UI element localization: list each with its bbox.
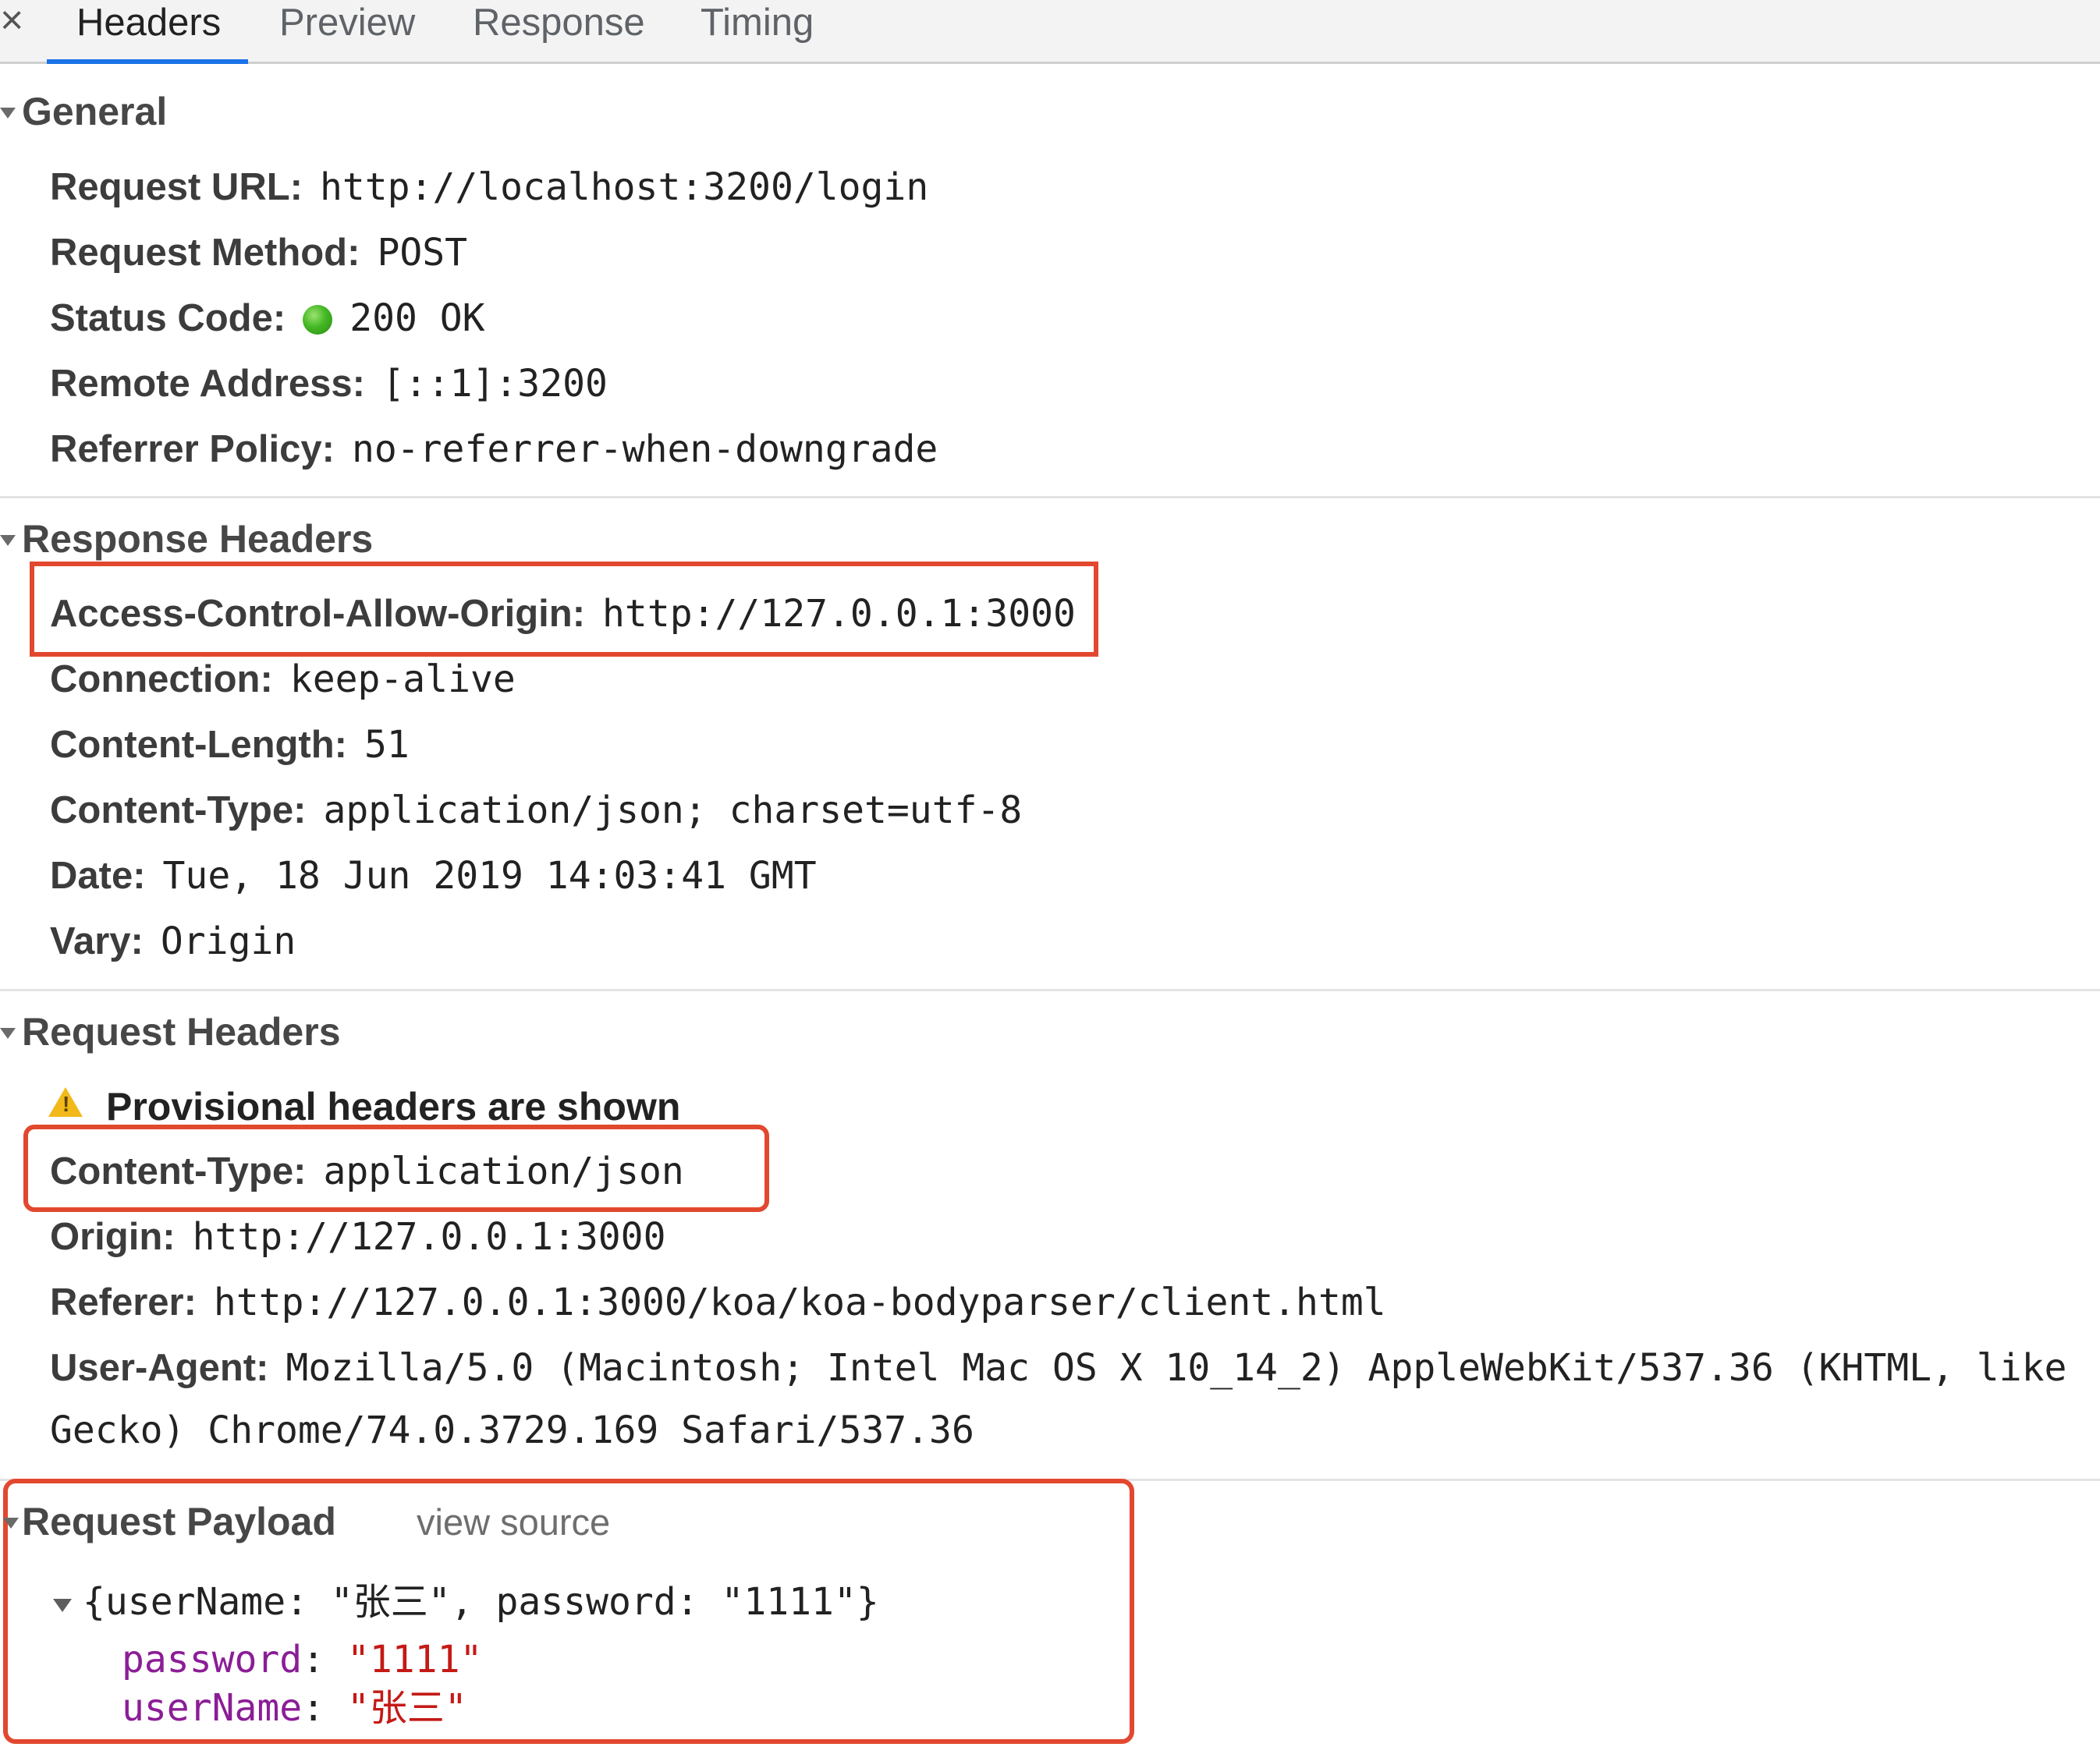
header-value: [::1]:3200 (381, 362, 608, 406)
payload-property: password: "1111" (122, 1636, 482, 1683)
warning-exclamation: ! (62, 1092, 70, 1116)
header-row: User-Agent: Mozilla/5.0 (Macintosh; Intel… (50, 1345, 2066, 1401)
section-divider (0, 496, 2100, 498)
tab-timing[interactable]: Timing (701, 0, 814, 62)
header-row: Content-Type: application/json; charset=u… (50, 787, 1022, 843)
header-value: POST (377, 231, 468, 275)
tab-preview[interactable]: Preview (279, 0, 415, 62)
header-value: Gecko) Chrome/74.0.3729.169 Safari/537.3… (50, 1409, 974, 1452)
header-row: Connection: keep-alive (50, 656, 516, 712)
header-row: Request URL: http://localhost:3200/login (50, 164, 928, 220)
section-title-response-headers[interactable]: Response Headers (22, 516, 373, 562)
header-row: Access-Control-Allow-Origin: http://127.0… (50, 590, 1076, 647)
header-value: keep-alive (289, 657, 516, 701)
provisional-warning-text: Provisional headers are shown (106, 1085, 681, 1129)
header-key: User-Agent: (50, 1347, 269, 1389)
tab-response[interactable]: Response (473, 0, 645, 62)
header-value: Origin (160, 920, 296, 963)
payload-value: "张三" (346, 1686, 467, 1730)
active-tab-indicator (47, 59, 248, 64)
header-value: 51 (364, 723, 410, 767)
header-row: Vary: Origin (50, 918, 296, 974)
header-value: http://127.0.0.1:3000 (192, 1215, 666, 1259)
header-value: http://127.0.0.1:3000 (602, 592, 1076, 636)
header-value: http://127.0.0.1:3000/koa/koa-bodyparser… (213, 1281, 1386, 1324)
tab-headers[interactable]: Headers (76, 0, 221, 62)
section-title-general[interactable]: General (22, 89, 167, 134)
collapse-triangle-icon[interactable] (0, 1028, 16, 1039)
header-key: Request URL: (50, 166, 303, 208)
payload-colon: : (302, 1686, 347, 1730)
view-source-link[interactable]: view source (417, 1501, 610, 1543)
header-key: Status Code: (50, 297, 286, 339)
header-value: http://localhost:3200/login (319, 165, 929, 209)
payload-key: userName (122, 1686, 303, 1730)
header-key: Vary: (50, 920, 144, 962)
header-key: Referer: (50, 1281, 197, 1324)
header-key: Referrer Policy: (50, 428, 335, 470)
header-key: Access-Control-Allow-Origin: (50, 593, 586, 635)
header-key: Content-Type: (50, 789, 307, 831)
section-divider (0, 989, 2100, 991)
devtools-tab-bar: × Headers Preview Response Timing (0, 0, 2100, 64)
section-title-request-payload[interactable]: Request Payload (22, 1499, 336, 1544)
payload-summary[interactable]: {userName: "张三", password: "1111"} (83, 1579, 879, 1625)
status-ok-icon (303, 305, 333, 335)
header-key: Origin: (50, 1216, 176, 1258)
header-row-continuation: Gecko) Chrome/74.0.3729.169 Safari/537.3… (50, 1407, 974, 1463)
header-value: 200 OK (349, 296, 485, 340)
header-value: Tue, 18 Jun 2019 14:03:41 GMT (162, 854, 817, 898)
header-row: Referer: http://127.0.0.1:3000/koa/koa-bo… (50, 1279, 1386, 1335)
collapse-triangle-icon[interactable] (3, 1518, 19, 1529)
payload-value: "1111" (346, 1638, 483, 1681)
header-row: Request Method: POST (50, 229, 467, 285)
header-row: Date: Tue, 18 Jun 2019 14:03:41 GMT (50, 852, 817, 909)
header-value: no-referrer-when-downgrade (351, 427, 938, 471)
header-row: Content-Length: 51 (50, 721, 410, 778)
expand-triangle-icon[interactable] (53, 1599, 72, 1612)
header-value: application/json (323, 1150, 684, 1193)
header-value: Mozilla/5.0 (Macintosh; Intel Mac OS X 1… (286, 1346, 2067, 1390)
close-icon[interactable]: × (0, 0, 23, 44)
header-row: Status Code: 200 OK (50, 295, 485, 351)
header-value: application/json; charset=utf-8 (323, 788, 1023, 832)
header-key: Remote Address: (50, 363, 365, 405)
header-row: Referrer Policy: no-referrer-when-downgra… (50, 426, 938, 482)
header-row: Origin: http://127.0.0.1:3000 (50, 1214, 665, 1270)
collapse-triangle-icon[interactable] (0, 535, 16, 546)
section-title-request-headers[interactable]: Request Headers (22, 1009, 341, 1054)
header-key: Content-Type: (50, 1150, 307, 1192)
header-key: Request Method: (50, 232, 360, 274)
payload-colon: : (302, 1638, 347, 1681)
header-key: Connection: (50, 658, 273, 700)
header-row: Content-Type: application/json (50, 1148, 684, 1204)
payload-key: password (122, 1638, 303, 1681)
header-key: Content-Length: (50, 724, 347, 766)
payload-property: userName: "张三" (122, 1685, 467, 1731)
header-key: Date: (50, 855, 146, 897)
collapse-triangle-icon[interactable] (0, 108, 16, 119)
header-row: Remote Address: [::1]:3200 (50, 360, 608, 416)
